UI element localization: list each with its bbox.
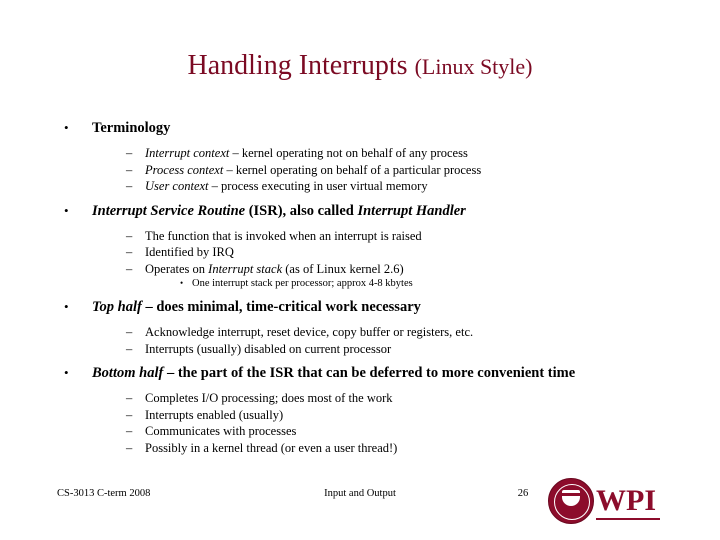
slide-body: • Terminology – Interrupt context – kern…	[52, 118, 672, 456]
sub-bottom-half-communicates-text: Communicates with processes	[145, 424, 297, 438]
seal-shield-bar	[562, 493, 580, 496]
dash-icon: –	[126, 341, 133, 356]
footer-page-number: 26	[517, 488, 529, 499]
sub-bottom-half-io: – Completes I/O processing; does most of…	[52, 390, 672, 407]
sub-bottom-half-communicates: – Communicates with processes	[52, 423, 672, 440]
dash-icon: –	[126, 228, 133, 243]
dash-icon: –	[126, 440, 133, 455]
sub-user-context-term: User context	[145, 179, 209, 193]
bullet-bottom-half: • Bottom half – the part of the ISR that…	[52, 363, 672, 383]
sub-top-half-ack: – Acknowledge interrupt, reset device, c…	[52, 324, 672, 341]
sub-user-context-desc: – process executing in user virtual memo…	[208, 179, 428, 193]
bullet-dot-icon: •	[64, 202, 69, 218]
bullet-isr: • Interrupt Service Routine (ISR), also …	[52, 201, 672, 221]
slide: Handling Interrupts (Linux Style) • Term…	[0, 0, 720, 540]
wpi-logo-text: WPI	[596, 484, 656, 517]
bullet-terminology: • Terminology	[52, 118, 672, 138]
bullet-isr-mid: (ISR), also called	[245, 202, 358, 219]
sub-isr-function-text: The function that is invoked when an int…	[145, 228, 422, 243]
sub-bottom-half-io-text: Completes I/O processing; does most of t…	[145, 391, 393, 405]
sub-interrupt-context-desc: – kernel operating not on behalf of any …	[229, 146, 468, 160]
dash-icon: –	[126, 261, 133, 276]
sub-user-context: – User context – process executing in us…	[52, 178, 672, 195]
sub-isr-stack-term: Interrupt stack	[208, 261, 283, 276]
sub-bottom-half-enabled-text: Interrupts enabled (usually)	[145, 407, 284, 422]
wpi-logo-rule	[596, 518, 660, 520]
dash-icon: –	[126, 424, 133, 438]
dash-icon: –	[126, 391, 133, 405]
sub-isr-function: – The function that is invoked when an i…	[52, 228, 672, 245]
sub-bottom-half-enabled: – Interrupts enabled (usually)	[52, 407, 672, 424]
dash-icon: –	[126, 325, 133, 339]
sub-interrupt-context: – Interrupt context – kernel operating n…	[52, 145, 672, 162]
title-main-text: Handling Interrupts	[187, 50, 415, 81]
sub-top-half-ack-text: Acknowledge interrupt, reset device, cop…	[145, 325, 474, 339]
title-sub-text: (Linux Style)	[414, 54, 533, 79]
sub-process-context: – Process context – kernel operating on …	[52, 162, 672, 179]
sub-bottom-half-thread-text: Possibly in a kernel thread (or even a u…	[145, 440, 398, 455]
bullet-bottom-half-term: Bottom half	[92, 365, 164, 381]
dash-icon: –	[126, 162, 133, 177]
sub-interrupt-context-term: Interrupt context	[145, 146, 230, 160]
sub-isr-stack-pre: Operates on	[145, 261, 209, 276]
bullet-top-half-term: Top half	[92, 299, 142, 315]
sub-bottom-half-thread: – Possibly in a kernel thread (or even a…	[52, 440, 672, 457]
dash-icon: –	[126, 407, 133, 422]
sub-top-half-disabled-text: Interrupts (usually) disabled on current…	[145, 341, 392, 356]
sub-isr-irq: – Identified by IRQ	[52, 244, 672, 261]
bullet-dot-icon: •	[180, 278, 184, 288]
sub3-isr-stack-detail-text: One interrupt stack per processor; appro…	[192, 278, 413, 289]
bullet-top-half-desc: – does minimal, time-critical work neces…	[141, 299, 421, 315]
bullet-dot-icon: •	[64, 120, 69, 135]
sub-isr-stack: – Operates on Interrupt stack (as of Lin…	[52, 261, 672, 278]
page-title: Handling Interrupts (Linux Style)	[0, 50, 720, 82]
sub-isr-irq-text: Identified by IRQ	[145, 245, 234, 259]
bullet-dot-icon: •	[64, 299, 69, 314]
dash-icon: –	[126, 245, 133, 259]
wpi-seal-icon	[548, 478, 594, 524]
sub-process-context-term: Process context	[145, 162, 224, 177]
bullet-top-half: • Top half – does minimal, time-critical…	[52, 297, 672, 317]
bullet-isr-alt: Interrupt Handler	[357, 202, 466, 219]
sub3-isr-stack-detail: • One interrupt stack per processor; app…	[52, 277, 672, 291]
bullet-isr-term: Interrupt Service Routine	[92, 202, 246, 219]
sub-isr-stack-post: (as of Linux kernel 2.6)	[282, 261, 404, 276]
bullet-bottom-half-desc: – the part of the ISR that can be deferr…	[163, 365, 576, 381]
wpi-logo: WPI	[548, 478, 660, 526]
bullet-dot-icon: •	[64, 365, 69, 380]
dash-icon: –	[126, 179, 133, 193]
dash-icon: –	[126, 146, 133, 160]
sub-top-half-disabled: – Interrupts (usually) disabled on curre…	[52, 341, 672, 358]
bullet-terminology-label: Terminology	[92, 120, 171, 136]
sub-process-context-desc: – kernel operating on behalf of a partic…	[223, 162, 482, 177]
